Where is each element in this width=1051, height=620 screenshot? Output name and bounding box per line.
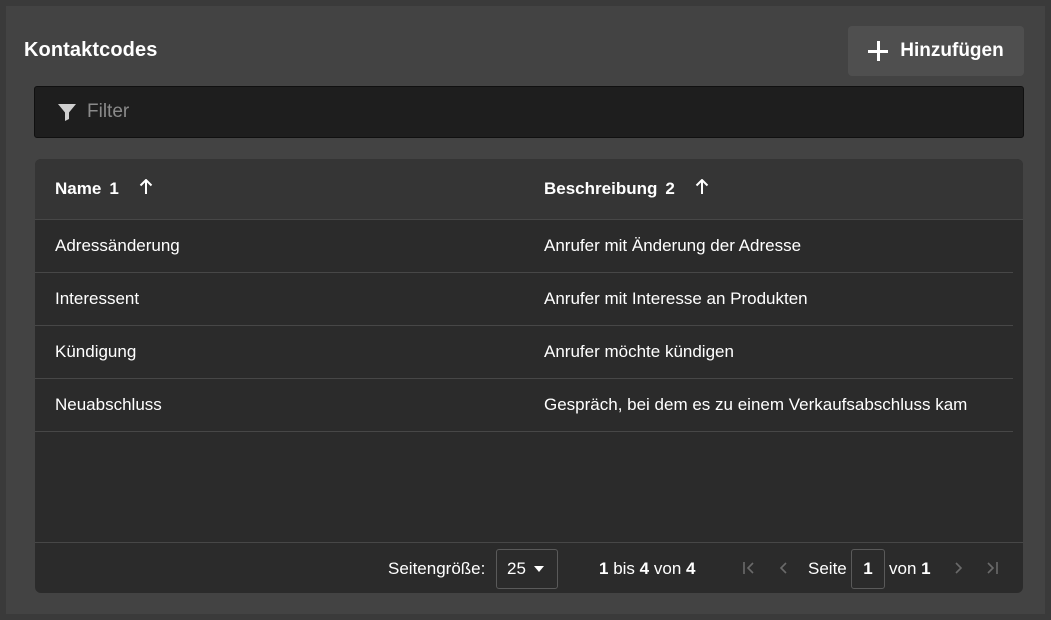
- column-header-label: Name: [55, 179, 102, 198]
- total-pages: 1: [921, 558, 931, 578]
- column-header-label: Beschreibung: [544, 179, 658, 198]
- filter-bar[interactable]: [34, 86, 1024, 138]
- table-row[interactable]: Neuabschluss Gespräch, bei dem es zu ein…: [35, 379, 1013, 432]
- cell-name: Adressänderung: [55, 236, 180, 255]
- table-row[interactable]: Adressänderung Anrufer mit Änderung der …: [35, 220, 1013, 273]
- sort-index: 1: [109, 179, 119, 198]
- page-size-label: Seitengröße:: [388, 558, 486, 578]
- sort-index: 2: [665, 179, 675, 198]
- row-von: von: [653, 558, 682, 578]
- cell-description: Anrufer mit Interesse an Produkten: [544, 289, 808, 308]
- cell-name: Kündigung: [55, 342, 137, 361]
- pagination-bar: Seitengröße: 25 1 bis 4 von 4 Seite 1 vo…: [35, 542, 1023, 593]
- add-button-label: Hinzufügen: [900, 40, 1004, 61]
- column-header-name[interactable]: Name 1: [55, 159, 153, 219]
- page-label: Seite: [808, 558, 847, 578]
- plus-icon: [868, 41, 889, 61]
- row-bis: bis: [613, 558, 635, 578]
- row-summary: 1 bis 4 von 4: [599, 543, 696, 593]
- caret-down-icon: [533, 566, 544, 572]
- page-of-label: von: [889, 558, 917, 578]
- arrow-up-icon: [695, 178, 709, 200]
- table-row[interactable]: Interessent Anrufer mit Interesse an Pro…: [35, 273, 1013, 326]
- contact-codes-panel: Kontaktcodes Hinzufügen Name 1 Beschreib…: [6, 6, 1045, 614]
- cell-name: Neuabschluss: [55, 395, 162, 414]
- page-size-value: 25: [507, 559, 526, 578]
- add-button[interactable]: Hinzufügen: [848, 26, 1024, 76]
- current-page-input[interactable]: 1: [851, 549, 885, 589]
- last-page-icon[interactable]: [981, 557, 1003, 579]
- row-total: 4: [686, 558, 696, 578]
- column-header-description[interactable]: Beschreibung 2: [544, 159, 709, 219]
- row-from: 1: [599, 558, 609, 578]
- previous-page-icon[interactable]: [773, 557, 795, 579]
- cell-description: Gespräch, bei dem es zu einem Verkaufsab…: [544, 395, 968, 414]
- page-of: von 1: [889, 543, 931, 593]
- page-size-select[interactable]: 25: [496, 549, 558, 589]
- cell-name: Interessent: [55, 289, 140, 308]
- contact-codes-table: Name 1 Beschreibung 2 Adressänderung Anr…: [35, 159, 1023, 593]
- row-to: 4: [639, 558, 650, 578]
- cell-description: Anrufer möchte kündigen: [544, 342, 734, 361]
- filter-icon: [57, 102, 77, 122]
- filter-input[interactable]: [85, 100, 989, 124]
- first-page-icon[interactable]: [738, 557, 760, 579]
- next-page-icon[interactable]: [947, 557, 969, 579]
- arrow-up-icon: [139, 178, 153, 200]
- cell-description: Anrufer mit Änderung der Adresse: [544, 236, 802, 255]
- page-title: Kontaktcodes: [24, 39, 158, 61]
- table-row[interactable]: Kündigung Anrufer möchte kündigen: [35, 326, 1013, 379]
- table-header: Name 1 Beschreibung 2: [35, 159, 1023, 220]
